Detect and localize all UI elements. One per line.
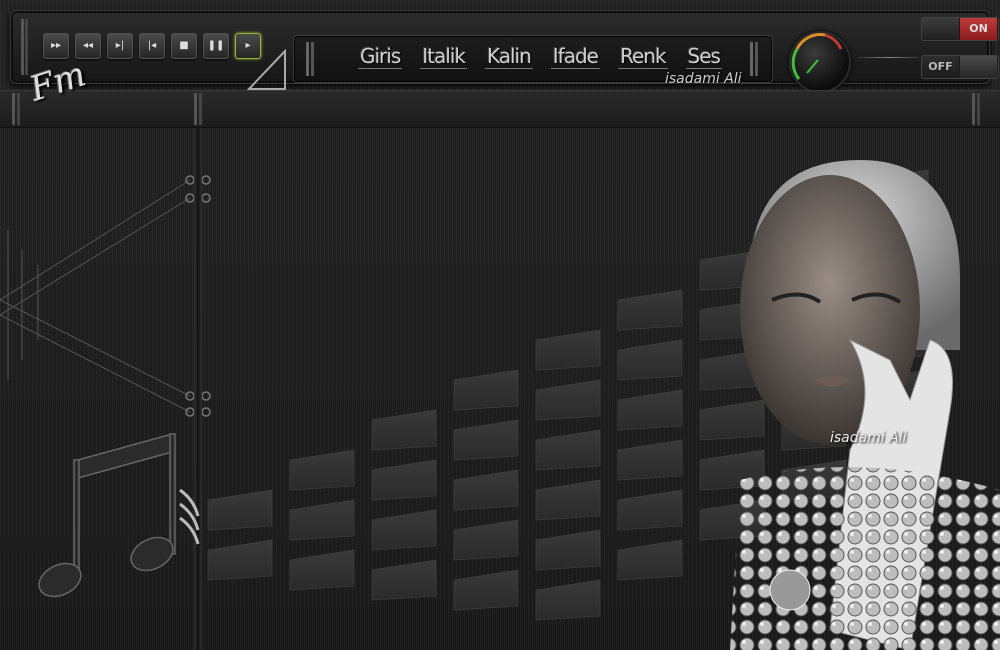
photo-signature-text: isadami Ali	[830, 430, 907, 446]
menu-grip-left	[306, 42, 309, 76]
band-grip-left	[12, 93, 15, 125]
volume-slider-track[interactable]	[859, 57, 919, 58]
control-bar: ▸▸ ◂◂ ▸| |◂ ■ ❚❚ ▸ Giris Italik Kalin If…	[10, 10, 999, 93]
corner-triangle-icon	[247, 49, 286, 90]
power-toggle-off[interactable]: OFF	[921, 55, 999, 79]
pause-button[interactable]: ❚❚	[203, 33, 229, 59]
menu-grip-right	[750, 42, 753, 76]
off-label: OFF	[922, 56, 959, 78]
toggle-knob	[960, 56, 997, 78]
secondary-band	[0, 90, 1000, 128]
menu-item-ses[interactable]: Ses	[685, 44, 722, 69]
signature-text: isadami Ali	[665, 71, 742, 87]
volume-level-ring-icon	[791, 33, 843, 80]
menu-item-renk[interactable]: Renk	[617, 44, 668, 69]
band-grip-right	[972, 93, 975, 125]
next-track-button[interactable]: ▸|	[107, 33, 133, 59]
music-note-icon	[38, 433, 200, 598]
stop-button[interactable]: ■	[171, 33, 197, 59]
bar-grip-left[interactable]	[21, 19, 24, 75]
power-toggle-on[interactable]: ON	[921, 17, 999, 41]
menu-bar: Giris Italik Kalin Ifade Renk Ses	[358, 44, 722, 69]
on-label: ON	[960, 18, 997, 40]
toggle-knob	[922, 18, 959, 40]
menu-item-ifade[interactable]: Ifade	[550, 44, 600, 69]
player-window: ▸▸ ◂◂ ▸| |◂ ■ ❚❚ ▸ Giris Italik Kalin If…	[0, 0, 1000, 650]
volume-knob[interactable]	[789, 31, 851, 93]
menu-item-italik[interactable]: Italik	[420, 44, 467, 69]
band-grip-mid	[194, 93, 197, 125]
woman-portrait-image	[730, 160, 1000, 650]
previous-track-button[interactable]: |◂	[139, 33, 165, 59]
fast-forward-button[interactable]: ▸▸	[43, 33, 69, 59]
menu-item-giris[interactable]: Giris	[358, 44, 403, 69]
menu-item-kalin[interactable]: Kalin	[484, 44, 533, 69]
